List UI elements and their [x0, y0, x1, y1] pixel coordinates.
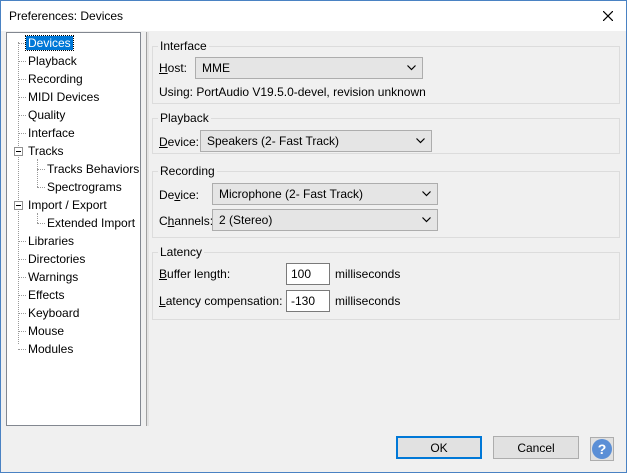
close-icon	[603, 11, 613, 21]
interface-group-title: Interface	[158, 39, 209, 53]
collapse-icon[interactable]	[14, 147, 23, 156]
preferences-dialog: Preferences: Devices Devices Playback Re…	[0, 0, 627, 473]
channels-label: Channels:	[159, 214, 214, 228]
recording-device-label: Device:	[159, 188, 200, 202]
tree-connector	[37, 169, 45, 170]
tree-item-label: Spectrograms	[47, 180, 122, 194]
tree-item-modules[interactable]: Modules	[26, 341, 75, 357]
tree-item-spectrograms[interactable]: Spectrograms	[45, 179, 124, 195]
playback-group-title: Playback	[158, 111, 211, 125]
tree-item-keyboard[interactable]: Keyboard	[26, 305, 81, 321]
chevron-down-icon	[416, 138, 425, 144]
tree-connector	[37, 187, 45, 188]
tree-item-label: Mouse	[28, 324, 65, 338]
latency-group-title: Latency	[158, 245, 205, 259]
host-label: Host:	[159, 61, 188, 75]
tree-item-label: Keyboard	[28, 306, 80, 320]
recording-device-select[interactable]: Microphone (2- Fast Track)	[212, 183, 438, 205]
playback-device-value: Speakers (2- Fast Track)	[207, 134, 340, 148]
latency-group	[152, 252, 620, 320]
tree-connector	[18, 133, 26, 134]
buffer-length-field[interactable]	[287, 264, 329, 284]
tree-connector	[18, 79, 26, 80]
latency-compensation-label: Latency compensation:	[159, 294, 283, 308]
tree-item-warnings[interactable]: Warnings	[26, 269, 80, 285]
tree-item-label: Playback	[28, 54, 77, 68]
close-button[interactable]	[590, 1, 626, 31]
help-icon: ?	[592, 439, 612, 459]
tree-item-label: Libraries	[28, 234, 75, 248]
playback-device-select[interactable]: Speakers (2- Fast Track)	[200, 130, 432, 152]
tree-item-effects[interactable]: Effects	[26, 287, 66, 303]
tree-connector	[18, 277, 26, 278]
tree-item-label: Modules	[28, 342, 74, 356]
panel-splitter[interactable]	[146, 32, 149, 426]
channels-value: 2 (Stereo)	[219, 213, 273, 227]
buffer-length-input[interactable]	[286, 263, 330, 285]
tree-item-quality[interactable]: Quality	[26, 107, 67, 123]
tree-item-label: Interface	[28, 126, 75, 140]
tree-connector	[18, 313, 26, 314]
tree-connector	[37, 159, 38, 187]
category-tree[interactable]: Devices Playback Recording MIDI Devices …	[6, 32, 141, 426]
latency-compensation-input[interactable]	[286, 290, 330, 312]
recording-group-title: Recording	[158, 164, 217, 178]
recording-device-value: Microphone (2- Fast Track)	[219, 187, 364, 201]
window-title: Preferences: Devices	[9, 9, 124, 23]
latency-compensation-unit: milliseconds	[335, 294, 401, 308]
collapse-icon[interactable]	[14, 201, 23, 210]
tree-item-playback[interactable]: Playback	[26, 53, 79, 69]
tree-item-label: MIDI Devices	[28, 90, 100, 104]
tree-item-interface[interactable]: Interface	[26, 125, 77, 141]
host-value: MME	[202, 61, 230, 75]
latency-compensation-field[interactable]	[287, 291, 329, 311]
tree-item-tracks-behaviors[interactable]: Tracks Behaviors	[45, 161, 141, 177]
tree-connector	[37, 223, 45, 224]
help-button[interactable]: ?	[590, 437, 614, 461]
tree-item-extended-import[interactable]: Extended Import	[45, 215, 137, 231]
tree-item-label: Import / Export	[28, 198, 107, 212]
tree-connector	[18, 241, 26, 242]
tree-item-label: Recording	[28, 72, 83, 86]
tree-connector	[18, 97, 26, 98]
tree-item-midi-devices[interactable]: MIDI Devices	[26, 89, 101, 105]
tree-item-label: Directories	[28, 252, 86, 266]
tree-item-tracks[interactable]: Tracks	[26, 143, 66, 159]
tree-item-recording[interactable]: Recording	[26, 71, 85, 87]
host-select[interactable]: MME	[195, 57, 423, 79]
tree-item-label: Quality	[28, 108, 66, 122]
tree-connector	[18, 331, 26, 332]
chevron-down-icon	[422, 217, 431, 223]
tree-item-devices[interactable]: Devices	[25, 35, 74, 51]
title-bar: Preferences: Devices	[1, 1, 626, 31]
tree-item-label: Warnings	[28, 270, 79, 284]
tree-item-libraries[interactable]: Libraries	[26, 233, 76, 249]
portaudio-info: Using: PortAudio V19.5.0-devel, revision…	[159, 85, 426, 99]
tree-connector	[18, 295, 26, 296]
chevron-down-icon	[407, 65, 416, 71]
ok-button[interactable]: OK	[396, 436, 482, 459]
tree-item-label: Devices	[25, 35, 74, 51]
tree-connector	[37, 213, 38, 223]
tree-item-label: Tracks Behaviors	[47, 162, 140, 176]
tree-item-mouse[interactable]: Mouse	[26, 323, 66, 339]
tree-item-label: Effects	[28, 288, 65, 302]
playback-device-label: Device:	[159, 135, 200, 149]
tree-connector	[18, 42, 19, 344]
tree-item-label: Tracks	[28, 144, 64, 158]
chevron-down-icon	[422, 191, 431, 197]
tree-item-label: Extended Import	[47, 216, 136, 230]
tree-connector	[18, 259, 26, 260]
buffer-length-label: Buffer length:	[159, 267, 231, 281]
tree-connector	[18, 115, 26, 116]
buffer-length-unit: milliseconds	[335, 267, 401, 281]
tree-connector	[18, 43, 26, 44]
tree-connector	[18, 61, 26, 62]
tree-item-directories[interactable]: Directories	[26, 251, 87, 267]
tree-item-import-export[interactable]: Import / Export	[26, 197, 109, 213]
channels-select[interactable]: 2 (Stereo)	[212, 209, 438, 231]
tree-connector	[18, 349, 26, 350]
cancel-button[interactable]: Cancel	[493, 436, 579, 459]
